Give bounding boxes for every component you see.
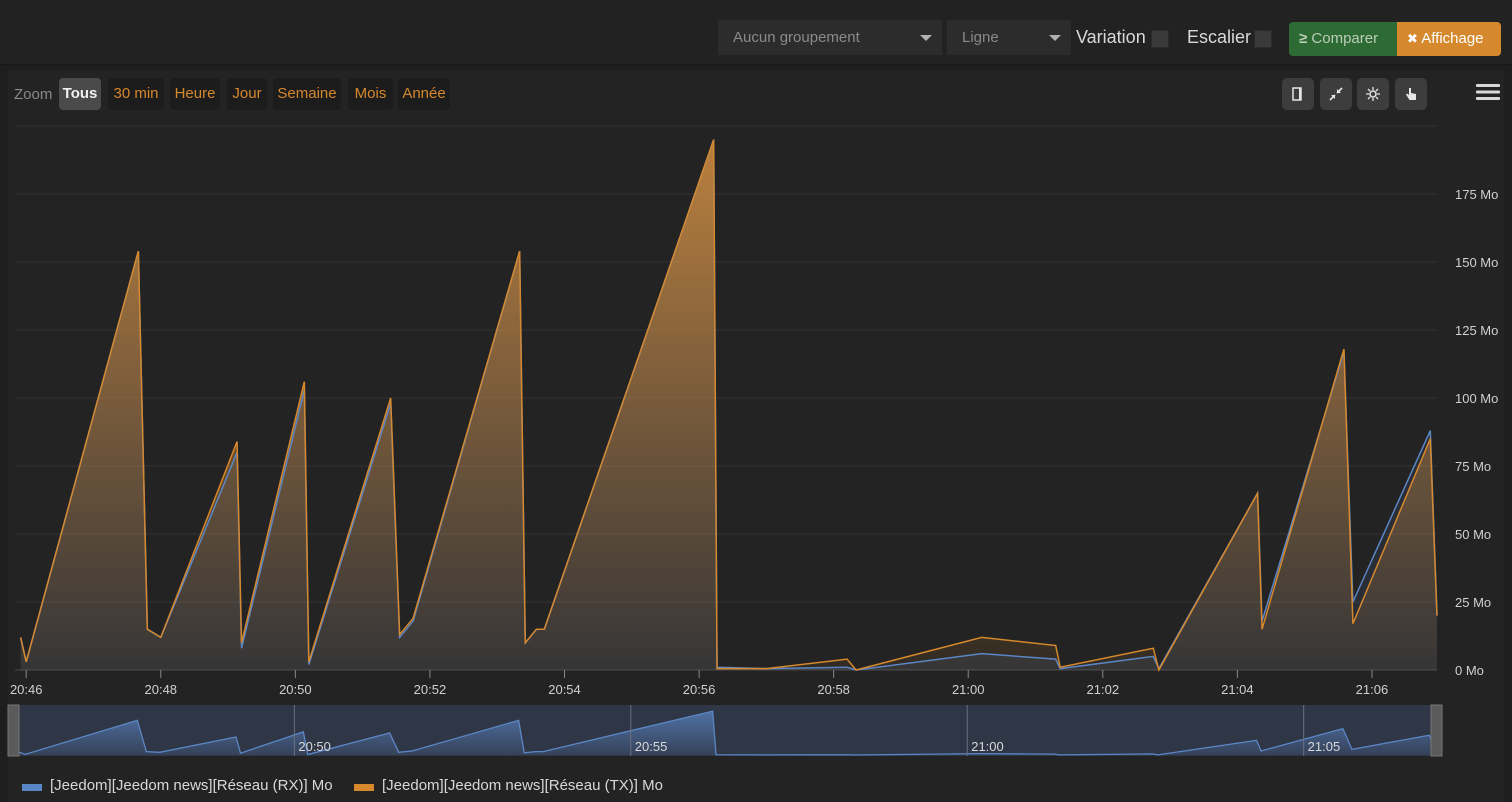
x-tick-label: 21:02: [1087, 682, 1120, 697]
x-tick-label: 20:50: [279, 682, 312, 697]
legend-swatch-tx: [354, 784, 374, 791]
area-chart[interactable]: 0 Mo 25 Mo 50 Mo 75 Mo 100 Mo 125 Mo 150 Mo 175…: [0, 0, 1512, 802]
series-area-rx: [20, 139, 1437, 671]
x-tick-label: 20:54: [548, 682, 581, 697]
y-tick-label: 175 Mo: [1455, 187, 1498, 202]
y-tick-label: 150 Mo: [1455, 255, 1498, 270]
x-tick-label: 20:58: [817, 682, 850, 697]
navigator-tick-label: 21:00: [971, 739, 1004, 754]
navigator-tick-label: 20:55: [635, 739, 668, 754]
x-tick-label: 21:00: [952, 682, 985, 697]
legend-label-rx: [Jeedom][Jeedom news][Réseau (RX)] Mo: [50, 777, 333, 794]
y-tick-label: 100 Mo: [1455, 391, 1498, 406]
legend-label-tx: [Jeedom][Jeedom news][Réseau (TX)] Mo: [382, 777, 663, 794]
x-tick-label: 20:52: [414, 682, 447, 697]
y-tick-label: 125 Mo: [1455, 323, 1498, 338]
x-tick-label: 21:04: [1221, 682, 1254, 697]
y-tick-label: 50 Mo: [1455, 527, 1491, 542]
y-tick-label: 0 Mo: [1455, 663, 1484, 678]
y-tick-label: 25 Mo: [1455, 595, 1491, 610]
navigator-handle-right[interactable]: [1430, 704, 1443, 757]
x-tick-label: 21:06: [1356, 682, 1389, 697]
x-tick-label: 20:48: [145, 682, 178, 697]
navigator-tick-label: 21:05: [1308, 739, 1341, 754]
navigator-handle-left[interactable]: [7, 704, 20, 757]
legend-swatch-rx: [22, 784, 42, 791]
x-tick-label: 20:46: [10, 682, 43, 697]
y-tick-label: 75 Mo: [1455, 459, 1491, 474]
navigator-tick-label: 20:50: [298, 739, 331, 754]
x-tick-label: 20:56: [683, 682, 716, 697]
